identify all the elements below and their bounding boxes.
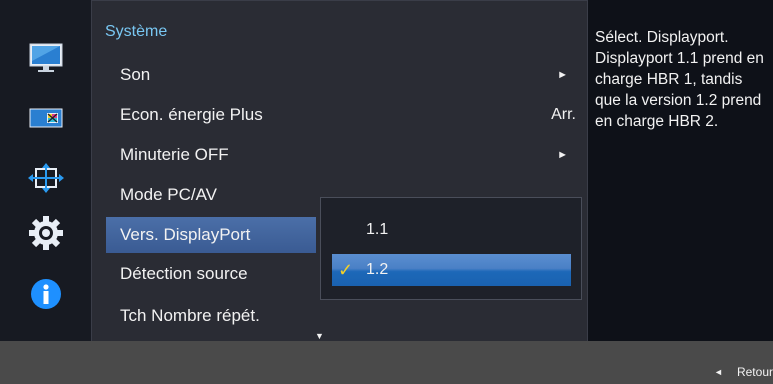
option-label: 1.1 <box>366 221 389 238</box>
menu-title: Système <box>105 23 168 40</box>
displayport-version-submenu: 1.1 ✓ 1.2 <box>320 197 582 300</box>
osd-screen: Système Son ► Econ. énergie Plus Arr. Mi… <box>0 0 773 384</box>
menu-item-value: Arr. <box>551 106 576 123</box>
checkmark-icon: ✓ <box>338 260 354 280</box>
scroll-down-icon[interactable]: ▼ <box>315 331 324 341</box>
menu-item-tch-nombre-repet[interactable]: Tch Nombre répét. <box>106 298 582 334</box>
help-panel: Sélect. Displayport. Displayport 1.1 pre… <box>588 0 773 341</box>
menu-item-label: Tch Nombre répét. <box>120 306 260 325</box>
menu-item-econ-energie-plus[interactable]: Econ. énergie Plus Arr. <box>106 97 582 133</box>
menu-item-label: Vers. DisplayPort <box>120 225 251 244</box>
option-1-2[interactable]: ✓ 1.2 <box>332 254 571 286</box>
submenu-arrow-icon: ► <box>557 69 568 81</box>
color-icon[interactable] <box>28 100 64 136</box>
menu-item-son[interactable]: Son ► <box>106 57 582 93</box>
onscreen-display-icon[interactable] <box>28 160 64 196</box>
bottom-bar: ◄ Retour <box>0 341 773 384</box>
option-1-1[interactable]: 1.1 <box>332 214 571 246</box>
menu-item-label: Mode PC/AV <box>120 185 218 204</box>
menu-item-label: Econ. énergie Plus <box>120 105 263 124</box>
return-button[interactable]: ◄ Retour <box>714 365 773 379</box>
left-arrow-icon: ◄ <box>714 367 723 377</box>
picture-icon[interactable] <box>28 40 64 76</box>
menu-item-label: Détection source <box>120 264 248 283</box>
menu-item-vers-displayport[interactable]: Vers. DisplayPort <box>106 217 316 253</box>
category-icon-bar <box>0 0 91 341</box>
submenu-arrow-icon: ► <box>557 149 568 161</box>
return-label: Retour <box>736 365 773 379</box>
menu-item-label: Minuterie OFF <box>120 145 229 164</box>
option-label: 1.2 <box>366 261 389 278</box>
information-icon[interactable] <box>28 276 64 312</box>
menu-item-label: Son <box>120 65 151 84</box>
system-gear-icon[interactable] <box>28 215 64 251</box>
menu-item-minuterie-off[interactable]: Minuterie OFF ► <box>106 137 582 173</box>
help-text: Sélect. Displayport. Displayport 1.1 pre… <box>595 29 764 130</box>
